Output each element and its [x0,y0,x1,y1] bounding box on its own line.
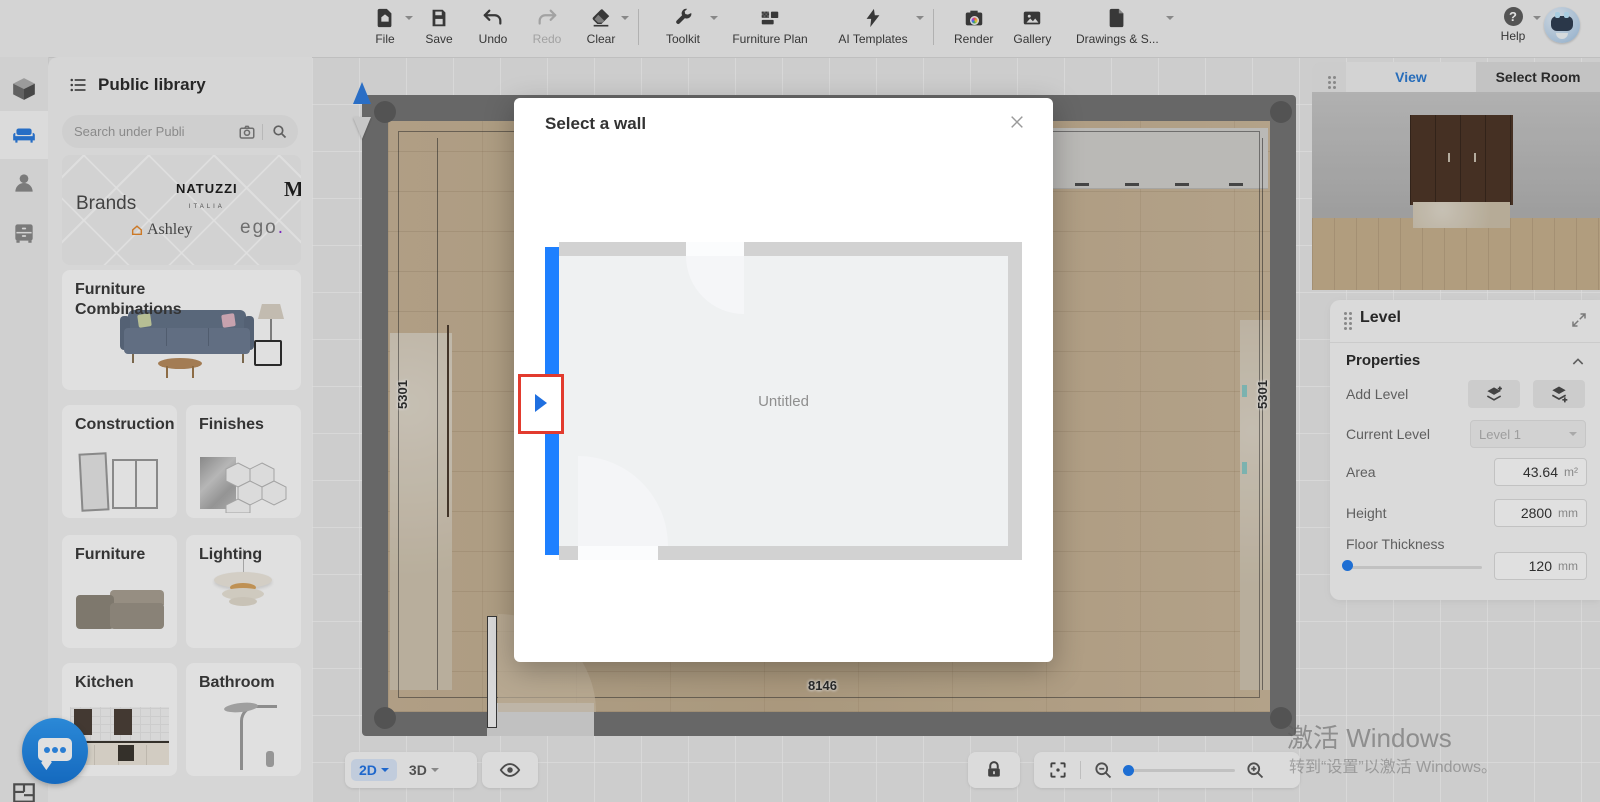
thumb-door-gap-top [686,242,744,256]
thumb-wall-right[interactable] [1008,256,1022,560]
thumb-wall-top[interactable] [559,242,1022,256]
thumb-door-gap-bottom [578,546,658,560]
wall-select-marker[interactable] [518,374,564,434]
wall-direction-arrow-icon [535,394,556,412]
app-window: 5301 5301 8146 File Save Undo Redo [0,0,1600,802]
floorplan-thumbnail[interactable]: Untitled [545,242,1022,560]
dialog-title: Select a wall [545,114,646,134]
select-wall-dialog: Select a wall Untitled [514,98,1053,662]
room-name-label: Untitled [758,393,809,410]
close-icon[interactable] [1009,114,1025,130]
